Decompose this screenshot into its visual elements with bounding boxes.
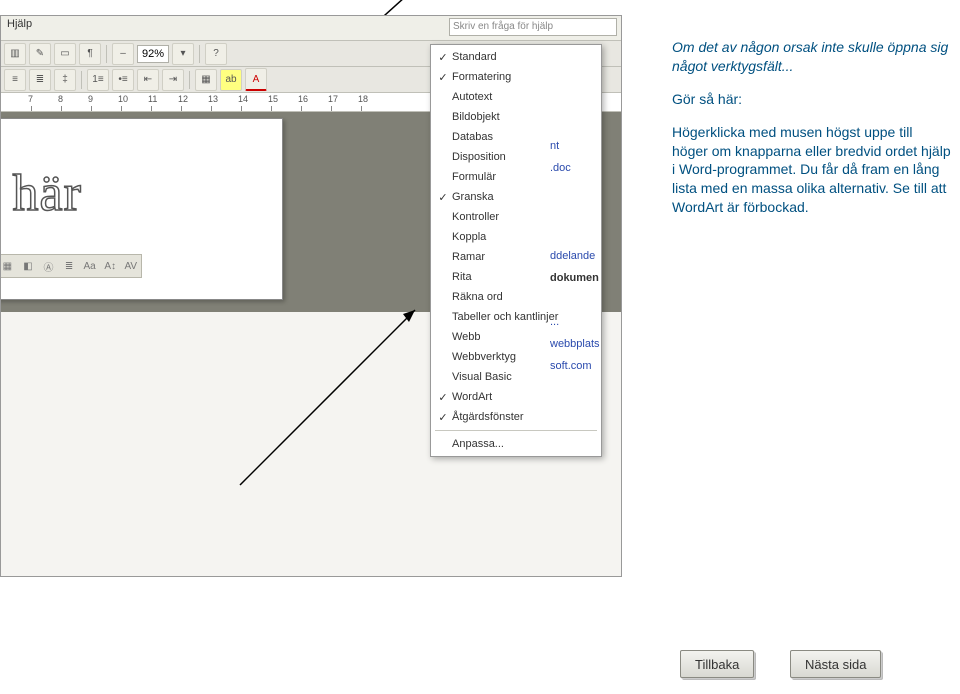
menu-item[interactable]: Autotext: [431, 87, 601, 107]
zoom-level[interactable]: 92%: [137, 45, 169, 63]
numbered-list-icon[interactable]: 1≡: [87, 69, 109, 91]
columns-icon[interactable]: ▥: [4, 43, 26, 65]
highlight-icon[interactable]: ab: [220, 69, 242, 91]
increase-indent-icon[interactable]: ⇥: [162, 69, 184, 91]
line-spacing-icon[interactable]: ‡: [54, 69, 76, 91]
pointer-arrow-bottom: [235, 300, 425, 490]
menu-item[interactable]: Bildobjekt: [431, 107, 601, 127]
show-marks-icon[interactable]: ¶: [79, 43, 101, 65]
taskpane-peek: nt .doc ddelande dokumen ... webbplats s…: [550, 135, 600, 377]
instruction-p3: Högerklicka med musen högst uppe till hö…: [672, 123, 952, 217]
wordart-same-height-icon[interactable]: Aa: [80, 256, 99, 276]
menu-item[interactable]: ✓Åtgärdsfönster: [431, 407, 601, 427]
border-icon[interactable]: ▦: [195, 69, 217, 91]
wordart-format-icon[interactable]: ◧: [19, 256, 38, 276]
zoom-dropdown-icon[interactable]: ▾: [172, 43, 194, 65]
decrease-indent-icon[interactable]: ⇤: [137, 69, 159, 91]
font-color-icon[interactable]: A: [245, 68, 267, 91]
help-search-input[interactable]: Skriv en fråga för hjälp: [449, 18, 617, 36]
help-icon[interactable]: ?: [205, 43, 227, 65]
menu-item[interactable]: ✓Formatering: [431, 67, 601, 87]
menu-separator: [435, 430, 597, 431]
wordart-toolbar: A Aa ▦ ◧ Ⓐ ≣ Aa A↕ AV: [0, 254, 142, 278]
instruction-p1: Om det av någon orsak inte skulle öppna …: [672, 38, 952, 76]
next-button[interactable]: Nästa sida: [790, 650, 881, 678]
drawing-icon[interactable]: ✎: [29, 43, 51, 65]
menu-item-wordart[interactable]: ✓WordArt: [431, 387, 601, 407]
wordart-vertical-icon[interactable]: A↕: [101, 256, 120, 276]
menu-help[interactable]: Hjälp: [7, 18, 32, 30]
page: ext här A Aa ▦ ◧ Ⓐ ≣ Aa A↕ AV: [0, 118, 283, 300]
wordart-shape-icon[interactable]: Ⓐ: [39, 256, 58, 276]
menu-item[interactable]: ✓Standard: [431, 47, 601, 67]
back-button[interactable]: Tillbaka: [680, 650, 754, 678]
wordart-gallery-icon[interactable]: ▦: [0, 256, 17, 276]
instruction-p2: Gör så här:: [672, 90, 952, 109]
doc-map-icon[interactable]: ▭: [54, 43, 76, 65]
wordart-wrap-icon[interactable]: ≣: [60, 256, 79, 276]
bulleted-list-icon[interactable]: •≡: [112, 69, 134, 91]
menu-item-customize[interactable]: Anpassa...: [431, 434, 601, 454]
wordart-sample-text: ext här: [0, 164, 82, 223]
zoom-out-icon[interactable]: –: [112, 43, 134, 65]
align-justify-icon[interactable]: ≣: [29, 69, 51, 91]
wordart-spacing-icon[interactable]: AV: [121, 256, 140, 276]
instruction-text: Om det av någon orsak inte skulle öppna …: [672, 38, 952, 231]
align-left-icon[interactable]: ≡: [4, 69, 26, 91]
